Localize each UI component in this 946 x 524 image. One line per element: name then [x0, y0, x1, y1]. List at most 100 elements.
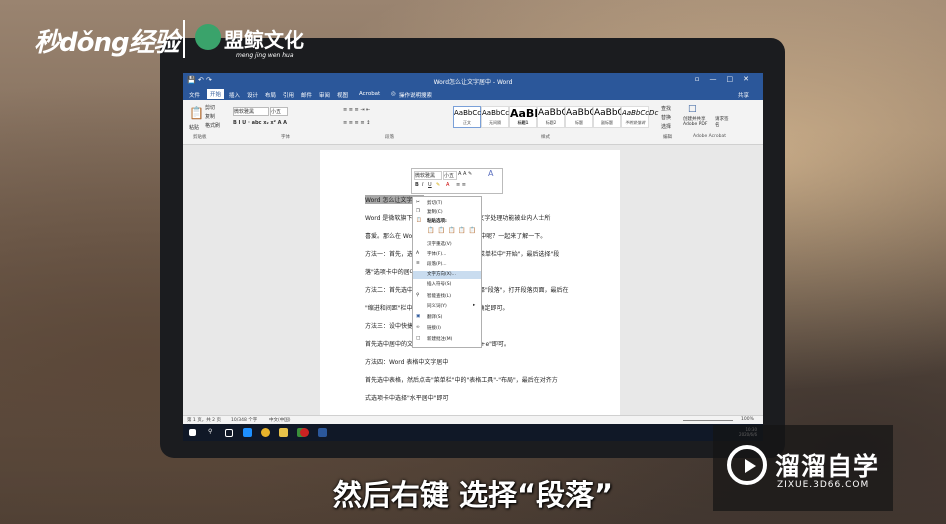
style-title[interactable]: AaBbC 标题 — [565, 106, 596, 128]
styles-icon[interactable]: A — [488, 169, 493, 178]
font-format-buttons[interactable]: B I U · abc x₂ x² A A — [233, 120, 287, 126]
word-titlebar: 💾 ↶ ↷ Word怎么让文字居中 - Word ▫—□✕ — [183, 73, 763, 88]
paste-icon[interactable]: 📋 — [189, 106, 204, 120]
mini-size-select[interactable]: 小五 — [443, 171, 457, 180]
doc-line[interactable]: 式选项卡中选择"水平居中"即可 — [365, 393, 449, 402]
tab-insert[interactable]: 插入 — [229, 91, 240, 99]
window-title: Word怎么让文字居中 - Word — [433, 79, 513, 86]
windows-start-icon[interactable] — [189, 429, 196, 436]
watermark-url: ZIXUE.3D66.COM — [777, 480, 870, 490]
font-color-icon[interactable]: A — [446, 182, 449, 188]
page-count[interactable]: 第 1 页，共 2 页 — [187, 417, 221, 423]
watermark-title: 溜溜自学 — [775, 452, 880, 481]
create-pdf-button[interactable]: 创建并共享Adobe PDF — [683, 116, 711, 127]
tab-references[interactable]: 引用 — [283, 91, 294, 99]
menu-item-insert-symbol[interactable]: 插入符号(S) — [427, 281, 451, 287]
tab-view[interactable]: 视图 — [337, 91, 348, 99]
tab-home[interactable]: 开始 — [207, 89, 225, 99]
edge-icon[interactable] — [243, 428, 252, 437]
format-painter-button[interactable]: 格式刷 — [205, 122, 220, 129]
align-buttons[interactable]: ≡ ≡ ≡ ≡ ↕ — [343, 120, 370, 126]
style-subtle-emphasis[interactable]: AaBbCcDc 不明显强调 — [621, 106, 658, 128]
style-name: 标题1 — [517, 120, 529, 125]
file-explorer-icon[interactable] — [279, 428, 288, 437]
tell-me-search[interactable]: 操作说明搜索 — [399, 91, 432, 99]
style-preview: AaBbC — [538, 108, 568, 118]
search-icon[interactable]: ⚲ — [208, 428, 217, 437]
menu-item-cut[interactable]: 剪切(T) — [427, 200, 442, 206]
mini-font-select[interactable]: 微软雅黑 — [414, 171, 442, 180]
menu-item-new-comment[interactable]: 新建批注(M) — [427, 336, 452, 342]
play-logo-icon — [727, 445, 767, 485]
tab-review[interactable]: 审阅 — [319, 91, 330, 99]
tab-design[interactable]: 设计 — [247, 91, 258, 99]
window-controls[interactable]: ▫—□✕ — [695, 75, 759, 83]
ribbon-home: 📋 粘贴 剪切 复制 格式刷 剪贴板 微软雅黑 小五 B I U · abc x… — [183, 100, 763, 145]
share-button[interactable]: 共享 — [738, 91, 749, 99]
menu-item-text-direction[interactable]: 文字方向(X)... — [413, 271, 481, 279]
style-heading1[interactable]: AaBl 标题1 — [509, 106, 538, 128]
bullets-icon[interactable]: ≡ ≡ — [456, 182, 466, 188]
task-view-icon[interactable] — [225, 429, 233, 437]
doc-line[interactable]: 方法四：Word 表格中文字居中 — [365, 357, 448, 366]
mini-grow-shrink[interactable]: A A ✎ — [458, 171, 472, 177]
font-group-label: 字体 — [281, 135, 290, 140]
font-name-select[interactable]: 微软雅黑 — [233, 107, 269, 116]
request-sign-button[interactable]: 请求签名 — [715, 116, 731, 128]
paragraph-icon: ≡ — [416, 261, 420, 266]
document-area: Word 怎么让文字居中 Word 是微软旗下的一款办公软件，强大的文字处理功能… — [183, 145, 763, 420]
find-button[interactable]: 查找 — [661, 105, 671, 112]
zoom-level[interactable]: 100% — [741, 417, 754, 422]
mini-toolbar: 微软雅黑 小五 A A ✎ A B I U ✎ A ≡ ≡ — [411, 168, 503, 194]
cut-button[interactable]: 剪切 — [205, 104, 215, 111]
menu-item-link[interactable]: 链接(I) — [427, 325, 441, 331]
menu-item-reconvert[interactable]: 汉字重选(V) — [427, 241, 452, 247]
mengjing-logo-subtitle: meng jing wen hua — [236, 52, 294, 59]
language-indicator[interactable]: 中文(中国) — [269, 417, 291, 423]
menu-item-translate[interactable]: 翻译(S) — [427, 314, 442, 320]
chrome-icon[interactable] — [261, 428, 270, 437]
list-buttons[interactable]: ≡ ≡ ≡ ⇥ ⇤ — [343, 107, 370, 113]
menu-item-synonyms[interactable]: 同义词(Y) — [427, 303, 447, 309]
menu-item-copy[interactable]: 复制(C) — [427, 209, 443, 215]
record-icon[interactable] — [300, 428, 309, 437]
paste-options-icons[interactable]: 📋📋📋📋📋 — [427, 227, 479, 234]
menu-item-smart-lookup[interactable]: 智能查找(L) — [427, 293, 451, 299]
tab-layout[interactable]: 布局 — [265, 91, 276, 99]
word-taskbar-icon[interactable] — [318, 428, 327, 437]
style-name: 副标题 — [601, 120, 613, 125]
menu-item-paragraph[interactable]: 段落(P)... — [427, 261, 447, 267]
style-heading2[interactable]: AaBbC 标题2 — [537, 106, 568, 128]
doc-line[interactable]: 方法三：设中快捷键 — [365, 321, 419, 330]
copy-button[interactable]: 复制 — [205, 113, 215, 120]
styles-group-label: 样式 — [541, 135, 550, 140]
link-icon: ∞ — [416, 325, 420, 330]
play-triangle-icon — [745, 459, 756, 473]
menu-item-font[interactable]: 字体(F)... — [427, 251, 446, 257]
acrobat-group-label: Adobe Acrobat — [693, 134, 727, 139]
replace-button[interactable]: 替换 — [661, 114, 671, 121]
doc-line[interactable]: 首先选中表格，然后点击"菜单栏"中的"表格工具"-"布局"，最后在对齐方 — [365, 375, 558, 384]
document-page[interactable]: Word 怎么让文字居中 Word 是微软旗下的一款办公软件，强大的文字处理功能… — [320, 150, 620, 420]
translate-icon: ▣ — [416, 314, 421, 319]
zoom-slider[interactable] — [683, 420, 733, 421]
tab-acrobat[interactable]: Acrobat — [359, 91, 380, 97]
paste-label[interactable]: 粘贴 — [189, 124, 199, 131]
mini-bold-button[interactable]: B — [415, 182, 419, 188]
pdf-icon[interactable]: □ — [688, 104, 697, 114]
tab-file[interactable]: 文件 — [189, 91, 200, 99]
tab-mailings[interactable]: 邮件 — [301, 91, 312, 99]
mini-italic-button[interactable]: I — [422, 182, 423, 188]
copy-icon: ❐ — [416, 209, 421, 214]
paragraph-group-label: 段落 — [385, 135, 394, 140]
font-icon: A — [416, 251, 420, 256]
mini-underline-button[interactable]: U — [428, 182, 432, 188]
font-size-select[interactable]: 小五 — [270, 107, 288, 116]
menu-item-paste-options: 粘贴选项: — [427, 219, 447, 224]
select-button[interactable]: 选择 — [661, 123, 671, 130]
style-no-spacing[interactable]: AaBbCcDc 无间隔 — [481, 106, 518, 128]
highlight-icon[interactable]: ✎ — [436, 182, 440, 188]
word-count[interactable]: 10/348 个字 — [231, 417, 257, 423]
style-subtitle[interactable]: AaBbC 副标题 — [593, 106, 624, 128]
style-normal[interactable]: AaBbCcDc 正文 — [453, 106, 490, 128]
